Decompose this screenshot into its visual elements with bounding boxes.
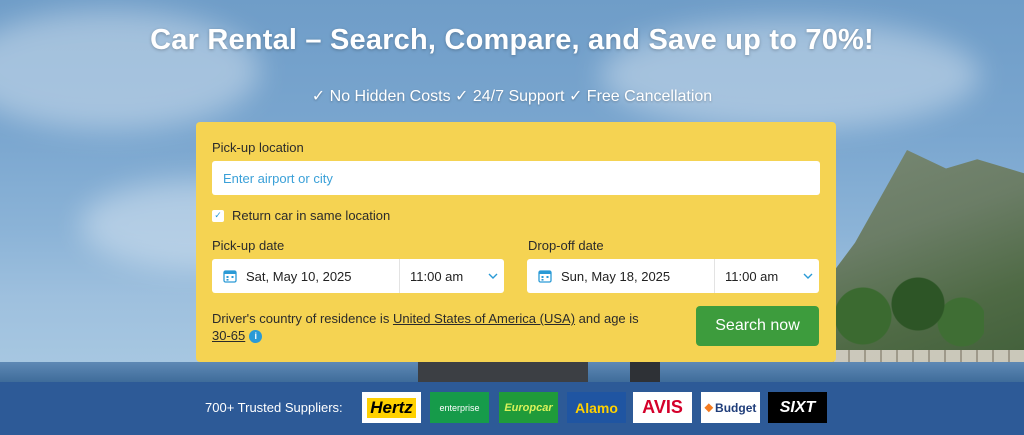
chevron-down-icon[interactable] — [797, 273, 819, 279]
pickup-date-label: Pick-up date — [212, 238, 285, 253]
pickup-datetime-field: Sat, May 10, 2025 11:00 am — [212, 259, 504, 293]
pickup-time-value[interactable]: 11:00 am — [400, 269, 482, 284]
search-now-button[interactable]: Search now — [696, 306, 819, 346]
driver-text-mid: and age is — [578, 311, 639, 326]
check-icon[interactable]: ✓ — [212, 209, 224, 222]
page-title: Car Rental – Search, Compare, and Save u… — [150, 24, 874, 56]
alamo-logo: Alamo — [567, 392, 626, 423]
dropoff-date-value[interactable]: Sun, May 18, 2025 — [561, 269, 714, 284]
return-same-location-row[interactable]: ✓ Return car in same location — [212, 208, 390, 223]
info-icon[interactable]: i — [249, 330, 263, 344]
vehicle-decoration — [630, 360, 660, 382]
calendar-icon — [223, 270, 237, 283]
suppliers-bar: 700+ Trusted Suppliers: Hertz enterprise… — [0, 382, 1024, 435]
avis-logo: AVIS — [633, 392, 692, 423]
pickup-location-label: Pick-up location — [212, 140, 304, 155]
driver-text-prefix: Driver's country of residence is — [212, 311, 390, 326]
dropoff-time-value[interactable]: 11:00 am — [715, 269, 797, 284]
pickup-location-placeholder: Enter airport or city — [223, 170, 333, 186]
chevron-down-icon[interactable] — [482, 273, 504, 279]
pickup-date-value[interactable]: Sat, May 10, 2025 — [246, 269, 399, 284]
europcar-logo: Europcar — [499, 392, 558, 423]
return-same-location-label: Return car in same location — [232, 208, 391, 223]
driver-info: Driver's country of residence is United … — [212, 310, 682, 344]
calendar-icon — [538, 270, 552, 283]
enterprise-logo: enterprise — [430, 392, 489, 423]
benefits-subtitle: ✓ No Hidden Costs ✓ 24/7 Support ✓ Free … — [311, 88, 713, 105]
sixt-logo: SIXT — [768, 392, 827, 423]
driver-country-link[interactable]: United States of America (USA) — [393, 311, 575, 326]
hertz-logo: Hertz — [362, 392, 421, 423]
driver-age-link[interactable]: 30-65 — [212, 328, 245, 343]
search-form: Pick-up location Enter airport or city ✓… — [196, 122, 836, 362]
budget-logo: ⬥ Budget — [701, 392, 760, 423]
page: Car Rental – Search, Compare, and Save u… — [0, 0, 1024, 435]
dropoff-date-label: Drop-off date — [528, 238, 604, 253]
dropoff-datetime-field: Sun, May 18, 2025 11:00 am — [527, 259, 819, 293]
pickup-location-input[interactable]: Enter airport or city — [212, 161, 820, 195]
suppliers-label: 700+ Trusted Suppliers: — [205, 400, 343, 415]
